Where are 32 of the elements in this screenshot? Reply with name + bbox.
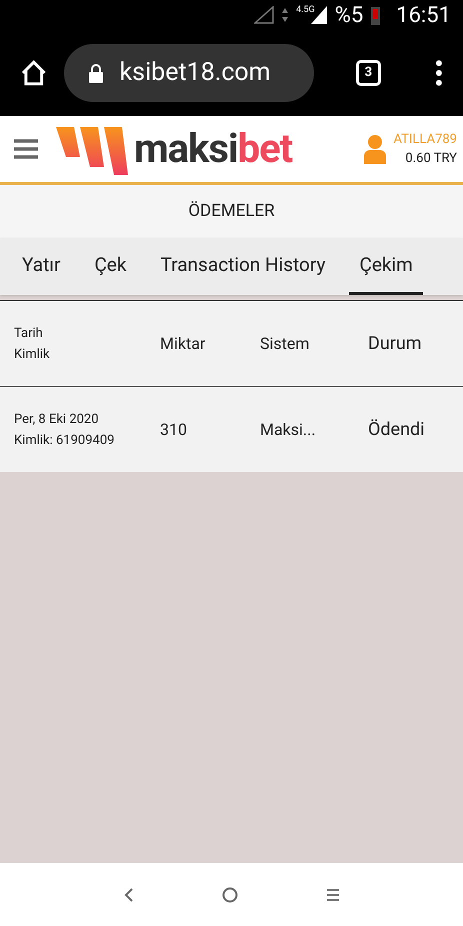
battery-percent: %5 [334, 2, 364, 30]
table-cell-text: Kimlik: 61909409 [14, 432, 114, 450]
column-header: Tarih [14, 324, 43, 342]
table-cell-text: 310 [160, 418, 187, 440]
page-title: ÖDEMELER [188, 200, 275, 223]
username: ATILLA789 [394, 130, 457, 148]
table-cell-text: Maksi... [260, 418, 316, 440]
data-arrows-icon [282, 8, 288, 22]
network-label: 4.5G [296, 4, 315, 17]
menu-icon[interactable] [14, 138, 38, 160]
signal-icon [254, 6, 274, 24]
battery-icon [371, 5, 380, 25]
back-icon[interactable] [124, 886, 134, 902]
table-cell-text: Ödendi [368, 418, 425, 442]
tab[interactable]: Transaction History [150, 238, 336, 295]
tab-count-button[interactable]: 3 [356, 60, 382, 86]
more-icon[interactable] [435, 60, 444, 86]
tab[interactable]: Çek [84, 238, 137, 295]
column-header: Kimlik [14, 346, 50, 364]
clock: 16:51 [396, 2, 451, 30]
recent-apps-icon[interactable] [326, 888, 340, 902]
column-header: Durum [368, 332, 422, 356]
url-text: ksibet18.com [120, 57, 271, 90]
tab[interactable]: Yatır [12, 238, 70, 295]
balance: 0.60 TRY [405, 150, 457, 168]
column-header: Sistem [260, 332, 310, 354]
logo-text: maksibet [134, 129, 292, 169]
address-bar[interactable]: ksibet18.com [64, 44, 314, 102]
tab[interactable]: Çekim [349, 238, 423, 295]
column-header: Miktar [160, 332, 206, 354]
lock-icon [88, 63, 104, 83]
table-cell-text: Per, 8 Eki 2020 [14, 410, 99, 428]
